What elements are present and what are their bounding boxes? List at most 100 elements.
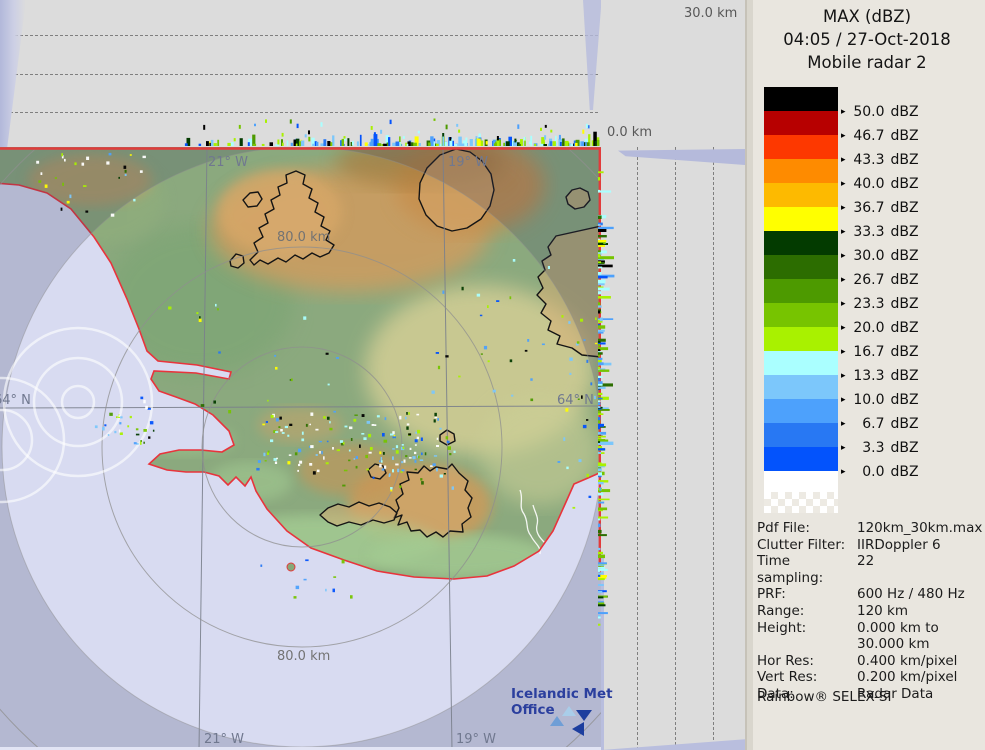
product-name: MAX (dBZ) — [747, 5, 985, 28]
tick-arrow-icon: ▸ — [841, 467, 846, 477]
scale-band-white — [764, 471, 838, 492]
scale-band — [764, 255, 838, 279]
metadata-value: 0.200 km/pixel — [857, 669, 982, 686]
scale-tick-unit: dBZ — [891, 224, 919, 240]
scale-band — [764, 183, 838, 207]
scale-tick-row: ▸36.7dBZ — [841, 200, 919, 215]
scale-tick-value: 30.0 — [849, 248, 885, 264]
logo-triangle-icon — [562, 706, 576, 716]
scale-tick-value: 13.3 — [849, 368, 885, 384]
scale-tick-value: 50.0 — [849, 104, 885, 120]
scale-tick-row: ▸26.7dBZ — [841, 272, 919, 287]
scale-tick-value: 23.3 — [849, 296, 885, 312]
scale-tick-value: 0.0 — [849, 464, 885, 480]
profile-gridline — [713, 147, 714, 750]
metadata-value: IIRDoppler 6 — [857, 537, 982, 554]
height-axis-zero-label: 0.0 km — [607, 125, 652, 140]
top-profile-panel — [0, 0, 601, 147]
scale-tick-unit: dBZ — [891, 104, 919, 120]
scale-tick-row: ▸6.7dBZ — [841, 416, 919, 431]
scale-tick-row: ▸30.0dBZ — [841, 248, 919, 263]
scale-tick-row: ▸46.7dBZ — [841, 128, 919, 143]
info-panel: MAX (dBZ) 04:05 / 27-Oct-2018 Mobile rad… — [745, 0, 985, 750]
scale-tick-unit: dBZ — [891, 344, 919, 360]
scale-tick-value: 43.3 — [849, 152, 885, 168]
metadata-row: Time sampling:22 — [757, 553, 982, 586]
scale-tick-unit: dBZ — [891, 464, 919, 480]
tick-arrow-icon: ▸ — [841, 419, 846, 429]
metadata-value: 22 — [857, 553, 982, 586]
scale-band — [764, 231, 838, 255]
metadata-value: 120km_30km.max — [857, 520, 982, 537]
metadata-label: Vert Res: — [757, 669, 857, 686]
scale-band — [764, 351, 838, 375]
metadata-table: Pdf File:120km_30km.maxClutter Filter:II… — [757, 520, 982, 703]
profile-gridline — [0, 112, 598, 113]
scale-tick-row: ▸20.0dBZ — [841, 320, 919, 335]
meridian-label-19w-bottom: 19° W — [456, 732, 496, 747]
range-ring-label-top: 80.0 km — [277, 230, 330, 245]
metadata-row: Clutter Filter:IIRDoppler 6 — [757, 537, 982, 554]
tick-arrow-icon: ▸ — [841, 347, 846, 357]
metadata-value: 600 Hz / 480 Hz — [857, 586, 982, 603]
tick-arrow-icon: ▸ — [841, 179, 846, 189]
scale-band — [764, 399, 838, 423]
metadata-label: Hor Res: — [757, 653, 857, 670]
scale-tick-unit: dBZ — [891, 272, 919, 288]
scale-tick-unit: dBZ — [891, 320, 919, 336]
scale-tick-row: ▸16.7 dBZ — [841, 344, 919, 359]
scale-tick-value: 33.3 — [849, 224, 885, 240]
scale-band — [764, 111, 838, 135]
island-vestmannaeyjar — [287, 563, 295, 571]
scale-tick-value: 16.7 — [849, 344, 885, 360]
logo-triangle-icon — [572, 722, 584, 736]
scale-tick-value: 3.3 — [849, 440, 885, 456]
tick-arrow-icon: ▸ — [841, 203, 846, 213]
scale-tick-unit: dBZ — [891, 200, 919, 216]
tick-arrow-icon: ▸ — [841, 443, 846, 453]
scale-tick-unit: dBZ — [891, 440, 919, 456]
metadata-row: Height:0.000 km to — [757, 620, 982, 637]
metadata-label: Range: — [757, 603, 857, 620]
scale-band — [764, 159, 838, 183]
scale-band — [764, 87, 838, 111]
scale-tick-row: ▸13.3dBZ — [841, 368, 919, 383]
meridian-label-21w-bottom: 21° W — [204, 732, 244, 747]
scale-tick-row: ▸23.3dBZ — [841, 296, 919, 311]
radar-name: Mobile radar 2 — [747, 51, 985, 74]
profile-gridline — [637, 147, 638, 750]
scale-tick-unit: dBZ — [891, 176, 919, 192]
scale-tick-unit: dBZ — [891, 392, 919, 408]
software-name: Rainbow® SELEX-SI — [757, 689, 891, 705]
scale-tick-value: 10.0 — [849, 392, 885, 408]
range-ring-label-bottom: 80.0 km — [277, 649, 330, 664]
metadata-row: Hor Res:0.400 km/pixel — [757, 653, 982, 670]
tick-arrow-icon: ▸ — [841, 155, 846, 165]
metadata-label: Time sampling: — [757, 553, 857, 586]
scale-tick-value: 6.7 — [849, 416, 885, 432]
scale-tick-row: ▸3.3 dBZ — [841, 440, 919, 455]
scale-band — [764, 447, 838, 471]
cone-edge-wedge — [576, 0, 601, 110]
scale-tick-row: ▸50.0 dBZ — [841, 104, 919, 119]
tick-arrow-icon: ▸ — [841, 107, 846, 117]
scale-tick-row: ▸40.0dBZ — [841, 176, 919, 191]
scale-tick-row: ▸33.3dBZ — [841, 224, 919, 239]
panel-divider — [747, 0, 753, 750]
metadata-label: Height: — [757, 620, 857, 637]
logo-triangle-icon — [550, 716, 564, 726]
metadata-label: Pdf File: — [757, 520, 857, 537]
metadata-row: 30.000 km — [757, 636, 982, 653]
product-datetime: 04:05 / 27-Oct-2018 — [747, 28, 985, 51]
metadata-label: Clutter Filter: — [757, 537, 857, 554]
scale-band — [764, 375, 838, 399]
logo-line1: Icelandic Met — [511, 686, 613, 702]
scale-tick-unit: dBZ — [891, 296, 919, 312]
scale-tick-row: ▸10.0dBZ — [841, 392, 919, 407]
metadata-label — [757, 636, 857, 653]
scale-tick-unit: dBZ — [891, 152, 919, 168]
metadata-row: PRF:600 Hz / 480 Hz — [757, 586, 982, 603]
scale-tick-row: ▸43.3 dBZ — [841, 152, 919, 167]
scale-band — [764, 135, 838, 159]
parallel-label-64n-left: 64° N — [0, 393, 31, 408]
